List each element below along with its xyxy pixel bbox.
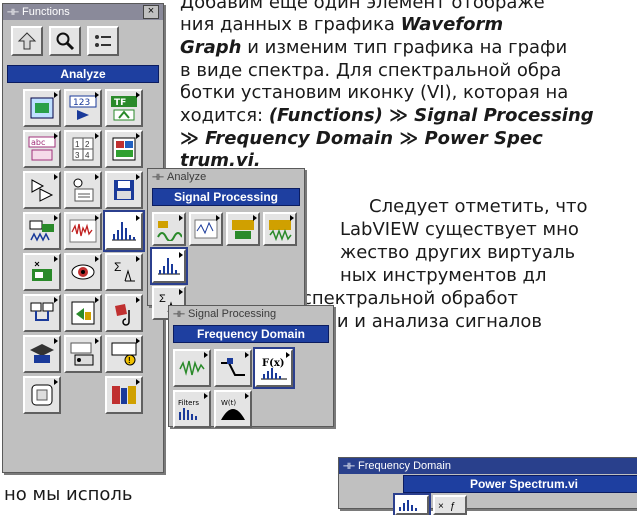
paragraph-line-2: ния данных в графика Waveform <box>180 14 503 37</box>
line-6-text: ходится: <box>180 105 269 126</box>
paragraph2-line-1: Следует отметить, что <box>369 196 588 217</box>
paragraph-line-4: в виде спектра. Для спектральной обра <box>180 60 562 81</box>
power-spectrum-header: Power Spectrum.vi <box>403 475 637 493</box>
frequency-domain-title: Frequency Domain <box>358 460 451 472</box>
signal-processing-palette: ⊣⊢ Signal Processing Frequency Domain F(… <box>168 305 334 428</box>
paragraph-line-3: Graph и изменим тип графика на графи <box>180 37 567 60</box>
paragraph-line-7: ≫ Frequency Domain ≫ Power Spec <box>180 128 543 151</box>
close-button[interactable]: × <box>143 5 159 19</box>
frequency-domain-icon-row: × ƒ <box>339 493 637 515</box>
palette-toolbar <box>3 20 163 62</box>
communication-icon[interactable] <box>23 294 61 332</box>
pin-icon[interactable]: ⊣⊢ <box>7 7 19 18</box>
paragraph2-line-4: ных инструментов дл <box>340 265 547 286</box>
structures-icon[interactable] <box>23 89 61 127</box>
paragraph-line-6: ходится: (Functions) ≫ Signal Processing <box>180 105 594 128</box>
options-icon[interactable] <box>87 26 119 56</box>
boolean-icon[interactable]: TF <box>105 89 143 127</box>
up-arrow-icon[interactable] <box>11 26 43 56</box>
functions-title: Functions <box>22 6 70 18</box>
analyze-palette: ⊣⊢ Analyze Signal Processing Σ <box>147 168 305 320</box>
svg-text:1: 1 <box>75 140 80 149</box>
waveform-icon[interactable] <box>64 212 102 250</box>
analyze-titlebar[interactable]: ⊣⊢ Analyze <box>148 169 304 185</box>
functions-titlebar[interactable]: ⊣⊢ Functions × <box>3 4 163 20</box>
numeric-icon[interactable]: 123 <box>64 89 102 127</box>
pin-icon[interactable]: ⊣⊢ <box>152 172 164 183</box>
string-icon-label: abc <box>31 138 45 147</box>
application-control-icon[interactable] <box>64 294 102 332</box>
line-3-text: и изменим тип графика на графи <box>241 37 568 58</box>
frequency-domain-header: Frequency Domain <box>173 325 329 343</box>
select-vi-icon[interactable] <box>23 376 61 414</box>
frequency-domain-path-term: ≫ Frequency Domain ≫ Power Spec <box>180 128 543 149</box>
bottom-text-fragment: но мы исполь <box>4 484 133 505</box>
cluster-icon[interactable] <box>105 130 143 168</box>
analyze-title: Analyze <box>167 171 207 183</box>
user-libraries-icon[interactable] <box>105 376 143 414</box>
frequency-domain-titlebar[interactable]: ⊣⊢ Frequency Domain <box>339 458 637 474</box>
search-icon[interactable] <box>49 26 81 56</box>
paragraph2-line-2: LabVIEW существует мно <box>340 219 579 240</box>
string-icon[interactable]: abc <box>23 130 61 168</box>
mathematics-icon[interactable]: Σ <box>105 253 143 291</box>
signal-processing-title: Signal Processing <box>188 308 277 320</box>
frequency-domain-icon-selected[interactable]: F(x) <box>253 347 295 389</box>
signal-processing-icon-selected[interactable] <box>150 247 188 285</box>
paragraph2-line-6: ки и анализа сигналов <box>326 311 543 332</box>
advanced-icon[interactable]: ! <box>105 335 143 373</box>
instrument-io-icon[interactable] <box>23 253 61 291</box>
file-io-icon[interactable] <box>105 171 143 209</box>
array-icon[interactable]: 1234 <box>64 130 102 168</box>
svg-text:3: 3 <box>75 151 80 160</box>
paragraph-line-5: ботки установим иконку (VI), которая на <box>180 82 569 103</box>
waveform-term: Waveform <box>400 14 504 35</box>
tutorial-icon[interactable] <box>23 335 61 373</box>
line-2-text: ния данных в графика <box>180 14 401 35</box>
svg-text:×: × <box>438 501 444 512</box>
signal-processing-header: Signal Processing <box>152 188 300 206</box>
graph-term: Graph <box>180 37 242 58</box>
graphics-sound-icon[interactable] <box>105 294 143 332</box>
fft-vi-icon[interactable]: × ƒ <box>433 495 467 515</box>
waveform-generation-icon[interactable] <box>152 212 186 246</box>
report-generation-icon[interactable] <box>64 335 102 373</box>
svg-text:Σ: Σ <box>159 293 166 305</box>
functions-icon-grid: 123 TF abc 1234 Σ ! <box>3 86 163 417</box>
svg-text:Σ: Σ <box>114 260 121 274</box>
functions-palette: ⊣⊢ Functions × Analyze 123 TF abc 1234 Σ <box>2 3 164 473</box>
filters-label: Filters <box>178 399 199 407</box>
fx-label: F(x) <box>262 358 285 369</box>
numeric-icon-label: 123 <box>73 98 90 108</box>
paragraph-line-1: Добавим еще один элемент отображе <box>180 0 545 13</box>
svg-text:ƒ: ƒ <box>450 501 456 512</box>
signal-processing-icon-grid: F(x) Filters W(t) <box>169 346 333 431</box>
motion-vision-icon[interactable] <box>64 253 102 291</box>
waveform-measurements-icon[interactable] <box>226 212 260 246</box>
analyze-category-header: Analyze <box>7 65 159 83</box>
signal-generation-icon[interactable] <box>263 212 297 246</box>
boolean-icon-label: TF <box>114 98 126 108</box>
filters-icon[interactable] <box>214 349 252 387</box>
time-domain-icon[interactable] <box>173 349 211 387</box>
frequency-domain-palette: ⊣⊢ Frequency Domain Power Spectrum.vi × ƒ <box>338 457 637 515</box>
analyze-icon-selected[interactable] <box>103 210 145 252</box>
paragraph2-line-3: жество других виртуаль <box>340 242 576 263</box>
svg-text:!: ! <box>128 356 131 365</box>
svg-text:4: 4 <box>85 151 90 160</box>
power-spectrum-vi-icon[interactable] <box>393 493 431 515</box>
signal-processing-titlebar[interactable]: ⊣⊢ Signal Processing <box>169 306 333 322</box>
svg-text:2: 2 <box>85 140 90 149</box>
pin-icon[interactable]: ⊣⊢ <box>173 309 185 320</box>
time-dialog-icon[interactable] <box>64 171 102 209</box>
paragraph2-line-5: спектральной обработ <box>302 288 519 309</box>
comparison-icon[interactable] <box>23 171 61 209</box>
data-acquisition-icon[interactable] <box>23 212 61 250</box>
waveform-conditioning-icon[interactable] <box>189 212 223 246</box>
filters-sub-icon[interactable]: Filters <box>173 390 211 428</box>
pin-icon[interactable]: ⊣⊢ <box>343 461 355 472</box>
windows-icon[interactable]: W(t) <box>214 390 252 428</box>
window-label: W(t) <box>221 399 236 407</box>
functions-path-term: (Functions) ≫ Signal Processing <box>268 105 594 126</box>
